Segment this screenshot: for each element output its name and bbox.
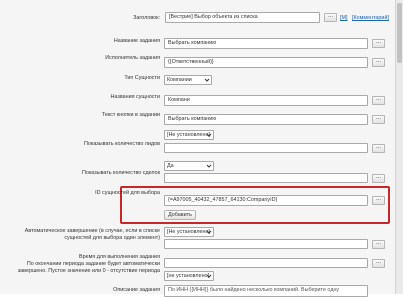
entity-id-input[interactable]: {=A97005_40432_47857_64130:CompanyID}: [164, 195, 368, 206]
time-limit-label-line3: завершено. Пустое значение или 0 - отсут…: [17, 268, 160, 274]
comments-link[interactable]: [Комментарий]: [352, 15, 389, 21]
activity-settings-panel: Заголовок: [Вестрие] Выбор объекта из сп…: [0, 0, 396, 297]
task-name-input[interactable]: Выбрать компанию: [164, 38, 368, 49]
entity-type-select[interactable]: Компании: [164, 75, 212, 85]
button-text-input[interactable]: Выбрать компанию: [164, 114, 368, 125]
entity-id-label: ID сущностей для выбора: [95, 190, 160, 196]
entity-name-picker-button[interactable]: ...: [372, 96, 385, 105]
chevron-down-icon: [206, 133, 212, 137]
chevron-down-icon: [204, 78, 210, 82]
entity-id-picker-button[interactable]: ...: [372, 196, 385, 205]
title-picker-button[interactable]: ...: [324, 13, 337, 22]
show-leads-label: Показывать количество лидов: [84, 141, 160, 147]
description-textarea[interactable]: По ИНН {{ИНН}} было найдено несколько ко…: [164, 285, 368, 297]
auto-complete-label-line2: сущностей для выбора один элемент): [64, 235, 160, 241]
time-limit-label-line2: По окончании периода задание будет автом…: [26, 261, 160, 267]
task-name-label: Название задания: [113, 38, 160, 44]
show-deals-expression-input[interactable]: [164, 173, 368, 183]
executors-label: Исполнитель задания: [105, 55, 160, 61]
show-leads-value: [Не установлено]: [167, 132, 210, 138]
auto-complete-value: [Не установлено]: [167, 229, 210, 235]
executors-picker-button[interactable]: ...: [372, 58, 385, 67]
button-text-picker-button[interactable]: ...: [372, 115, 385, 124]
scrollbar-thumb[interactable]: [397, 3, 402, 63]
show-leads-picker-button[interactable]: ...: [372, 144, 385, 153]
chevron-down-icon: [206, 230, 212, 234]
time-limit-label-line1: Время для выполнения задания: [78, 254, 160, 260]
show-leads-expression-input[interactable]: [164, 143, 368, 153]
time-limit-value: [не установлено]: [167, 273, 210, 279]
show-deals-value: Да: [167, 163, 174, 169]
time-limit-picker-button[interactable]: ...: [372, 259, 385, 268]
show-leads-select[interactable]: [Не установлено]: [164, 130, 214, 140]
entity-name-label: Названия сущности: [110, 94, 160, 100]
auto-complete-expression-input[interactable]: [164, 239, 368, 249]
modifier-link[interactable]: [M]: [340, 15, 348, 21]
add-button[interactable]: Добавить: [164, 210, 196, 220]
show-deals-picker-button[interactable]: ...: [372, 174, 385, 183]
chevron-down-icon: [206, 274, 212, 278]
description-label: Описание задания: [113, 287, 160, 293]
task-name-picker-button[interactable]: ...: [372, 39, 385, 48]
show-deals-label: Показывать количество сделок: [81, 170, 160, 176]
entity-name-input[interactable]: Компани: [164, 95, 368, 106]
entity-type-value: Компании: [167, 77, 192, 83]
chevron-down-icon: [206, 164, 212, 168]
time-limit-input[interactable]: [164, 258, 368, 268]
auto-complete-select[interactable]: [Не установлено]: [164, 227, 214, 237]
executors-input[interactable]: {{Ответственный}}: [164, 57, 368, 68]
scrollbar[interactable]: [395, 0, 403, 294]
show-deals-select[interactable]: Да: [164, 161, 214, 171]
entity-type-label: Тип Сущности: [124, 75, 160, 81]
title-label: Заголовок:: [133, 15, 160, 21]
button-text-label: Текст кнопки в задании: [101, 112, 160, 118]
time-limit-select[interactable]: [не установлено]: [164, 271, 214, 281]
title-input[interactable]: [Вестрие] Выбор объекта из списка: [165, 12, 320, 23]
auto-complete-picker-button[interactable]: ...: [372, 240, 385, 249]
auto-complete-label-line1: Автоматическое завершение (в случае, есл…: [24, 228, 160, 234]
